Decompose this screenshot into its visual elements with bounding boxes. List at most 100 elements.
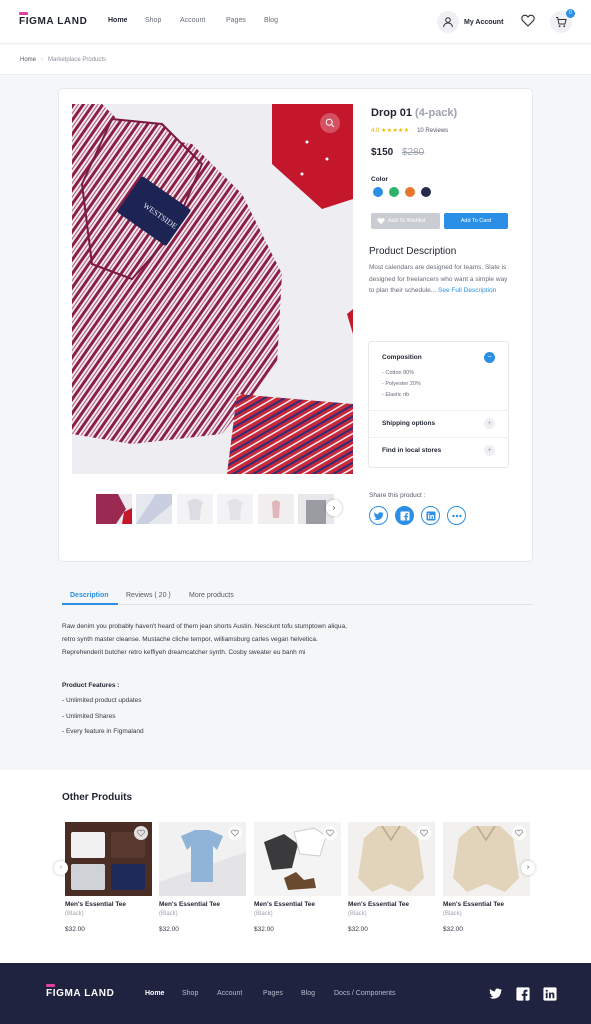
thumbnail[interactable] <box>96 494 132 524</box>
feature-item: - Unlimited Shares <box>62 713 116 720</box>
footer-linkedin-link[interactable] <box>543 987 557 1006</box>
nav-blog[interactable]: Blog <box>264 17 278 24</box>
share-more-button[interactable] <box>447 506 466 525</box>
tab-reviews[interactable]: Reviews ( 20 ) <box>126 592 171 599</box>
accordion-composition[interactable]: Composition <box>382 354 422 361</box>
product-rating: 4.0 ★★★★★ 10 Reviews <box>371 127 448 134</box>
product-price: $150 <box>371 147 394 158</box>
carousel-prev-button[interactable]: ‹ <box>54 861 68 875</box>
review-count[interactable]: 10 Reviews <box>417 128 448 134</box>
accordion-shipping[interactable]: Shipping options <box>382 420 435 427</box>
heart-icon <box>521 14 535 27</box>
product-name[interactable]: Men's Essential Tee <box>254 901 315 908</box>
footer-nav-pages[interactable]: Pages <box>263 990 283 997</box>
description-text: Most calendars are designed for teams. S… <box>369 264 508 294</box>
description-heading: Product Description <box>369 246 457 257</box>
see-full-description-link[interactable]: See Full Description <box>438 287 496 294</box>
accordion-local-stores[interactable]: Find in local stores <box>382 447 441 454</box>
breadcrumb-current: Marketplace Products <box>48 57 107 63</box>
nav-pages[interactable]: Pages <box>226 17 246 24</box>
product-variant: (Black) <box>159 911 178 917</box>
product-main-image[interactable]: WESTSIDE <box>72 104 353 474</box>
composition-item: - Cotton 80% <box>382 370 415 376</box>
favorite-button[interactable] <box>323 826 337 840</box>
tab-more-products[interactable]: More products <box>189 592 234 599</box>
add-to-cart-button[interactable]: Add To Card <box>444 213 508 229</box>
account-label[interactable]: My Account <box>464 19 503 26</box>
thumbnail[interactable] <box>136 494 172 524</box>
product-long-description: Raw denim you probably haven't heard of … <box>62 623 347 656</box>
plus-icon[interactable]: + <box>484 445 495 456</box>
account-avatar[interactable] <box>437 11 459 33</box>
divider <box>369 437 508 438</box>
heart-icon <box>326 829 334 837</box>
share-facebook-button[interactable] <box>395 506 414 525</box>
footer-nav-docs[interactable]: Docs / Components <box>334 990 395 997</box>
breadcrumb-home[interactable]: Home <box>20 57 36 63</box>
product-variant: (Black) <box>348 911 367 917</box>
breadcrumb-bar: Home › Marketplace Products <box>0 45 591 75</box>
product-variant: (Black) <box>65 911 84 917</box>
search-icon <box>325 118 335 128</box>
footer-nav-home[interactable]: Home <box>145 990 164 997</box>
twitter-icon <box>374 512 384 520</box>
product-name[interactable]: Men's Essential Tee <box>65 901 126 908</box>
rating-value: 4.0 <box>371 128 380 134</box>
minus-icon[interactable]: − <box>484 352 495 363</box>
cart-icon <box>556 17 567 28</box>
product-price: $32.00 <box>159 926 179 933</box>
facebook-icon <box>400 511 410 521</box>
thumbnail[interactable] <box>177 494 213 524</box>
linkedin-icon <box>426 511 436 521</box>
cart-count-badge: 0 <box>566 9 575 18</box>
chevron-right-icon: › <box>526 864 530 871</box>
plus-icon[interactable]: + <box>484 418 495 429</box>
wishlist-button[interactable] <box>521 14 535 32</box>
heart-icon <box>420 829 428 837</box>
brand-logo[interactable]: FIGMA LAND <box>19 12 87 27</box>
twitter-icon <box>489 988 502 999</box>
footer-facebook-link[interactable] <box>516 987 530 1006</box>
more-icon <box>452 514 462 518</box>
share-twitter-button[interactable] <box>369 506 388 525</box>
product-name[interactable]: Men's Essential Tee <box>159 901 220 908</box>
footer-twitter-link[interactable] <box>489 987 503 1005</box>
zoom-button[interactable] <box>320 113 340 133</box>
related-products-heading: Other Produits <box>62 792 133 803</box>
favorite-button[interactable] <box>417 826 431 840</box>
footer-nav-account[interactable]: Account <box>217 990 242 997</box>
product-name[interactable]: Men's Essential Tee <box>443 901 504 908</box>
share-label: Share this product : <box>369 492 426 499</box>
thumbnail-next-button[interactable]: › <box>326 500 342 516</box>
thumbnail[interactable] <box>217 494 253 524</box>
favorite-button[interactable] <box>228 826 242 840</box>
tab-description[interactable]: Description <box>70 592 109 599</box>
favorite-button[interactable] <box>134 826 148 840</box>
color-swatch[interactable] <box>421 187 431 197</box>
chevron-right-icon: › <box>41 57 44 63</box>
favorite-button[interactable] <box>512 826 526 840</box>
nav-shop[interactable]: Shop <box>145 17 161 24</box>
composition-item: - Elastic rib <box>382 392 410 398</box>
color-label: Color <box>371 176 388 183</box>
heart-icon <box>137 829 145 837</box>
color-swatch[interactable] <box>373 187 383 197</box>
product-old-price: $280 <box>402 147 425 158</box>
nav-home[interactable]: Home <box>108 17 127 24</box>
footer-logo[interactable]: FIGMA LAND <box>46 984 114 999</box>
heart-icon <box>231 829 239 837</box>
active-tab-indicator <box>62 603 118 605</box>
add-to-wishlist-button[interactable]: Add To Wishlist <box>371 213 440 229</box>
product-name[interactable]: Men's Essential Tee <box>348 901 409 908</box>
footer-nav-shop[interactable]: Shop <box>182 990 198 997</box>
feature-item: - Unlimited product updates <box>62 697 142 704</box>
color-swatch[interactable] <box>389 187 399 197</box>
color-swatch[interactable] <box>405 187 415 197</box>
thumbnail[interactable] <box>258 494 294 524</box>
footer-nav-blog[interactable]: Blog <box>301 990 315 997</box>
product-variant: (Black) <box>254 911 273 917</box>
share-linkedin-button[interactable] <box>421 506 440 525</box>
carousel-next-button[interactable]: › <box>521 861 535 875</box>
product-price: $32.00 <box>348 926 368 933</box>
nav-account[interactable]: Account <box>180 17 205 24</box>
